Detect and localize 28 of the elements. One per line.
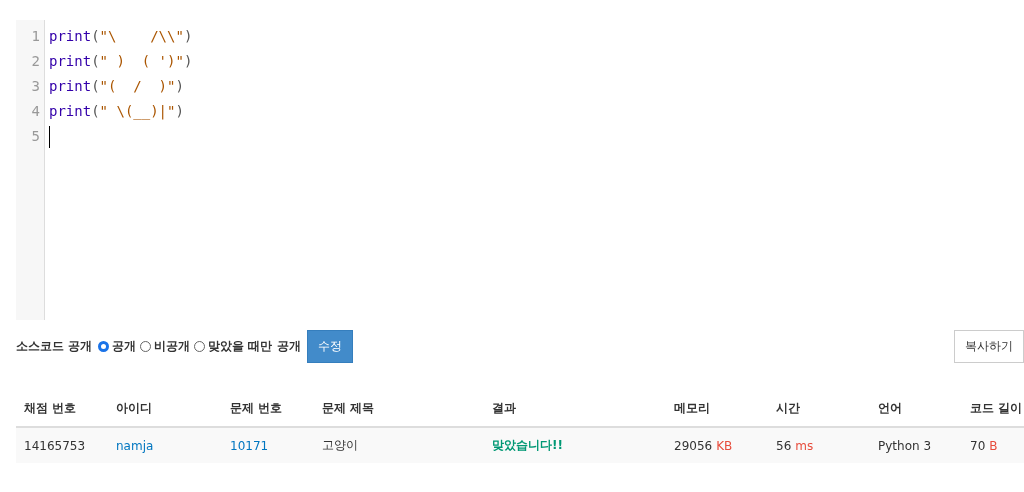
table-cell: 14165753 (24, 438, 86, 453)
table-cell: Python 3 (878, 438, 932, 453)
copy-button[interactable]: 복사하기 (954, 330, 1024, 363)
line-number: 2 (30, 52, 41, 71)
line-number: 3 (30, 77, 41, 96)
table-cell: 고양이 (322, 438, 358, 452)
radio-icon[interactable] (98, 341, 110, 352)
radio-icon[interactable] (140, 341, 152, 352)
code-line: print("\ /\\") (49, 27, 193, 46)
visibility-radio[interactable]: 공개 (98, 338, 137, 355)
line-number: 1 (30, 27, 41, 46)
code-line: print(" \(__)|") (49, 102, 184, 122)
table-cell: 29056 KB (674, 438, 733, 453)
visibility-radio[interactable]: 비공개 (140, 338, 191, 355)
code-line: print(" ) ( ')") (49, 52, 193, 71)
table-link[interactable]: namja (116, 438, 154, 453)
radio-icon[interactable] (194, 341, 206, 352)
table-cell: 56 ms (776, 438, 814, 453)
code-editor[interactable]: 1 2 3 4 5 print("\ /\\") print(" ) ( ')") print("( / )") print(" \(__)|") (16, 20, 1024, 320)
table-link[interactable]: 10171 (230, 438, 269, 453)
code-line: print("( / )") (49, 77, 184, 96)
line-number: 5 (30, 127, 41, 146)
result-text: 맞았습니다!! (492, 438, 563, 452)
line-number: 4 (30, 102, 41, 121)
table-cell: 70 B (970, 438, 998, 453)
visibility-radio[interactable]: 맞았을 때만 공개 (194, 338, 301, 355)
edit-button[interactable]: 수정 (306, 330, 353, 363)
source-visibility-label: 소스코드 공개 (16, 338, 93, 355)
